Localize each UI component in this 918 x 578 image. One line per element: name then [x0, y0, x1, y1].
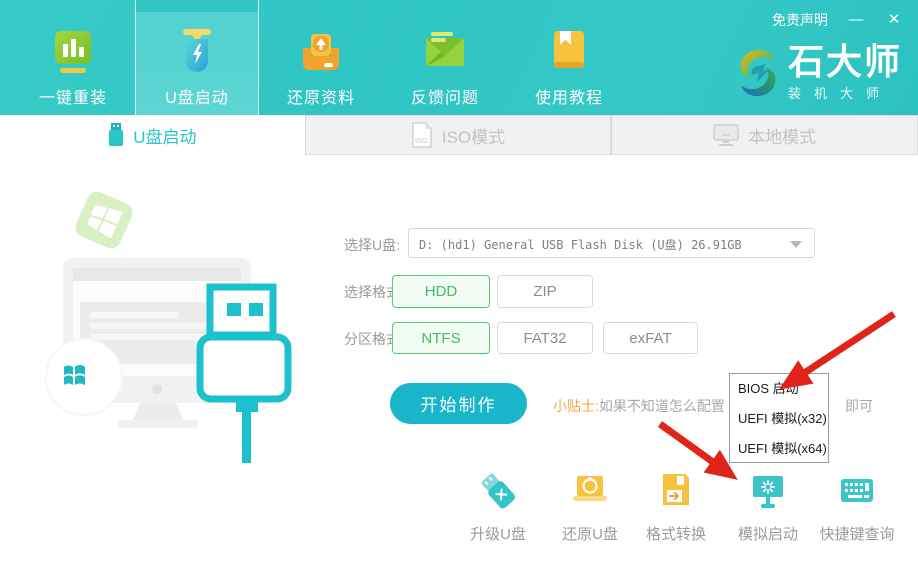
tab-label: 本地模式 [748, 123, 816, 148]
tool-label: 升级U盘 [453, 523, 543, 544]
feedback-icon [419, 26, 471, 78]
menu-item-uefi-x64[interactable]: UEFI 模拟(x64) [730, 434, 828, 464]
hotkey-query-icon [836, 470, 878, 514]
tool-restore-usb[interactable]: 还原U盘 [545, 470, 635, 544]
restore-data-icon [295, 26, 347, 78]
mode-tabs: U盘启动 ISO ISO模式 本地模式 [0, 115, 918, 155]
tip-body: 如果不知道怎么配置 [599, 398, 725, 414]
tab-local-mode[interactable]: 本地模式 [611, 115, 918, 155]
tip-prefix: 小贴士: [553, 398, 599, 414]
simulate-boot-icon [747, 470, 789, 514]
disclaimer-link[interactable]: 免责声明 [772, 10, 828, 30]
nav-label: 一键重装 [11, 84, 135, 108]
header-bar: 一键重装 U盘启动 [0, 0, 918, 115]
main-content: 选择U盘: D: (hd1) General USB Flash Disk (U… [0, 155, 918, 578]
menu-item-bios-boot[interactable]: BIOS 启动 [730, 374, 828, 404]
close-button[interactable]: ✕ [884, 11, 904, 29]
boot-mode-menu: BIOS 启动 UEFI 模拟(x32) UEFI 模拟(x64) [729, 373, 829, 463]
main-nav: 一键重装 U盘启动 [11, 0, 631, 115]
nav-item-tutorial[interactable]: 使用教程 [507, 0, 631, 115]
iso-file-icon: ISO [411, 122, 433, 148]
tool-simulate-boot[interactable]: 模拟启动 [723, 470, 813, 544]
brand-text: 石大师 装机大师 [788, 44, 902, 102]
usb-computer-illustration [20, 170, 350, 470]
restore-usb-icon [569, 470, 611, 514]
format-option-hdd[interactable]: HDD [392, 275, 490, 308]
tool-label: 还原U盘 [545, 523, 635, 544]
svg-text:ISO: ISO [415, 138, 428, 145]
app-window: 一键重装 U盘启动 [0, 0, 918, 578]
tab-usb-boot[interactable]: U盘启动 [0, 115, 305, 155]
tab-label: U盘启动 [133, 123, 196, 148]
nav-item-restore-data[interactable]: 还原资料 [259, 0, 383, 115]
tab-label: ISO模式 [442, 123, 505, 148]
nav-item-usb-boot[interactable]: U盘启动 [135, 0, 259, 115]
nav-label: U盘启动 [136, 84, 258, 108]
usb-drive-value: D: (hd1) General USB Flash Disk (U盘) 26.… [419, 236, 742, 253]
brand-logo: 石大师 装机大师 [736, 44, 902, 102]
usb-small-icon [108, 123, 124, 147]
start-create-button[interactable]: 开始制作 [390, 383, 527, 424]
usb-drive-select[interactable]: D: (hd1) General USB Flash Disk (U盘) 26.… [408, 228, 815, 258]
partition-option-fat32[interactable]: FAT32 [497, 322, 593, 354]
titlebar-controls: 免责声明 — ✕ [772, 10, 904, 30]
brand-logo-icon [736, 47, 780, 99]
tool-label: 格式转换 [631, 523, 721, 544]
nav-item-feedback[interactable]: 反馈问题 [383, 0, 507, 115]
brand-subtitle: 装机大师 [788, 83, 902, 102]
tool-label: 快捷键查询 [812, 523, 902, 544]
menu-item-uefi-x32[interactable]: UEFI 模拟(x32) [730, 404, 828, 434]
nav-label: 使用教程 [507, 84, 631, 108]
nav-label: 还原资料 [259, 84, 383, 108]
tip-suffix: 即可 [845, 396, 873, 416]
usb-boot-icon [171, 26, 223, 78]
tip-text: 小贴士:如果不知道怎么配置 [553, 396, 725, 416]
tool-label: 模拟启动 [723, 523, 813, 544]
nav-item-reinstall[interactable]: 一键重装 [11, 0, 135, 115]
nav-label: 反馈问题 [383, 84, 507, 108]
usb-select-label: 选择U盘: [344, 235, 400, 255]
tool-hotkey-query[interactable]: 快捷键查询 [812, 470, 902, 544]
monitor-small-icon [713, 123, 739, 147]
partition-option-exfat[interactable]: exFAT [603, 322, 698, 354]
tool-upgrade-usb[interactable]: 升级U盘 [453, 470, 543, 544]
reinstall-icon [47, 26, 99, 78]
format-option-zip[interactable]: ZIP [497, 275, 593, 308]
tab-iso-mode[interactable]: ISO ISO模式 [305, 115, 612, 155]
tutorial-icon [543, 26, 595, 78]
tool-format-convert[interactable]: 格式转换 [631, 470, 721, 544]
format-convert-icon [655, 470, 697, 514]
upgrade-usb-icon [477, 470, 519, 514]
chevron-down-icon [790, 241, 802, 248]
partition-option-ntfs[interactable]: NTFS [392, 322, 490, 354]
brand-title: 石大师 [788, 44, 902, 80]
minimize-button[interactable]: — [846, 11, 866, 29]
